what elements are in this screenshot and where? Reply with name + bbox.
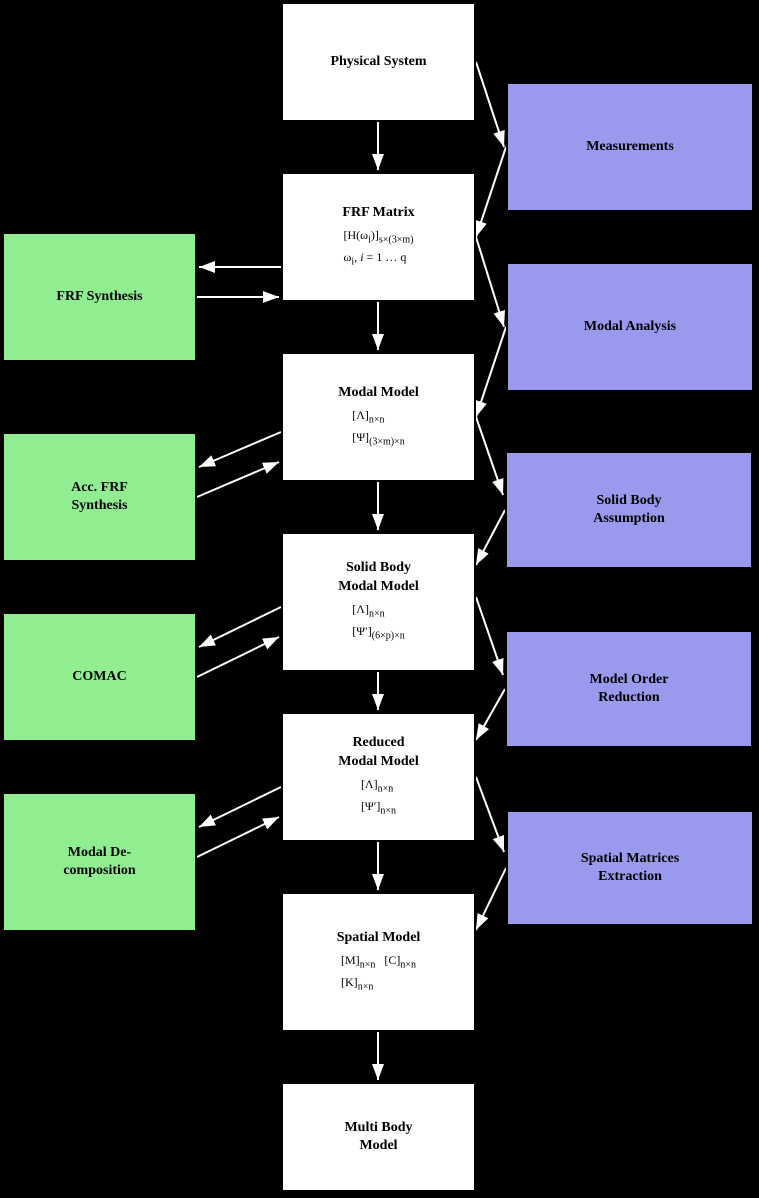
acc-frf-synthesis-title: Acc. FRFSynthesis (71, 479, 128, 515)
reduced-modal-model-title: ReducedModal Model (338, 734, 419, 770)
measurements-title: Measurements (586, 138, 674, 156)
solid-body-modal-model-box: Solid BodyModal Model [Λ]n×n [Ψ′](6×p)×n (281, 532, 476, 672)
comac-box: COMAC (2, 612, 197, 742)
measurements-box: Measurements (506, 82, 754, 212)
spatial-model-box: Spatial Model [M]n×n [C]n×n [K]n×n (281, 892, 476, 1032)
frf-matrix-title: FRF Matrix (342, 204, 414, 222)
solid-body-assumption-title: Solid BodyAssumption (593, 492, 665, 528)
modal-model-content: [Λ]n×n [Ψ](3×m)×n (352, 406, 405, 451)
solid-body-assumption-box: Solid BodyAssumption (505, 451, 753, 569)
comac-title: COMAC (72, 668, 126, 686)
spatial-matrices-extraction-box: Spatial MatricesExtraction (506, 810, 754, 926)
modal-analysis-title: Modal Analysis (584, 318, 676, 336)
physical-system-title: Physical System (330, 53, 426, 71)
modal-analysis-box: Modal Analysis (506, 262, 754, 392)
modal-decomposition-title: Modal De-composition (63, 844, 135, 880)
solid-body-modal-model-title: Solid BodyModal Model (338, 559, 419, 595)
model-order-reduction-box: Model OrderReduction (505, 630, 753, 748)
acc-frf-synthesis-box: Acc. FRFSynthesis (2, 432, 197, 562)
physical-system-box: Physical System (281, 2, 476, 122)
model-order-reduction-title: Model OrderReduction (590, 671, 669, 707)
frf-synthesis-title: FRF Synthesis (56, 288, 142, 306)
spatial-model-title: Spatial Model (337, 929, 421, 947)
frf-matrix-box: FRF Matrix [H(ωi)]s×(3×m) ωi, i = 1 … q (281, 172, 476, 302)
modal-model-box: Modal Model [Λ]n×n [Ψ](3×m)×n (281, 352, 476, 482)
multi-body-model-box: Multi BodyModel (281, 1082, 476, 1192)
spatial-matrices-extraction-title: Spatial MatricesExtraction (581, 850, 679, 886)
modal-decomposition-box: Modal De-composition (2, 792, 197, 932)
reduced-modal-model-content: [Λ]n×n [Ψ′]n×n (361, 775, 396, 820)
modal-model-title: Modal Model (338, 384, 419, 402)
solid-body-modal-model-content: [Λ]n×n [Ψ′](6×p)×n (352, 600, 404, 645)
multi-body-model-title: Multi BodyModel (344, 1119, 412, 1155)
spatial-model-content: [M]n×n [C]n×n [K]n×n (341, 951, 416, 996)
frf-synthesis-box: FRF Synthesis (2, 232, 197, 362)
frf-matrix-content: [H(ωi)]s×(3×m) ωi, i = 1 … q (344, 226, 414, 271)
diagram-container: Physical System FRF Matrix [H(ωi)]s×(3×m… (0, 0, 759, 1198)
reduced-modal-model-box: ReducedModal Model [Λ]n×n [Ψ′]n×n (281, 712, 476, 842)
